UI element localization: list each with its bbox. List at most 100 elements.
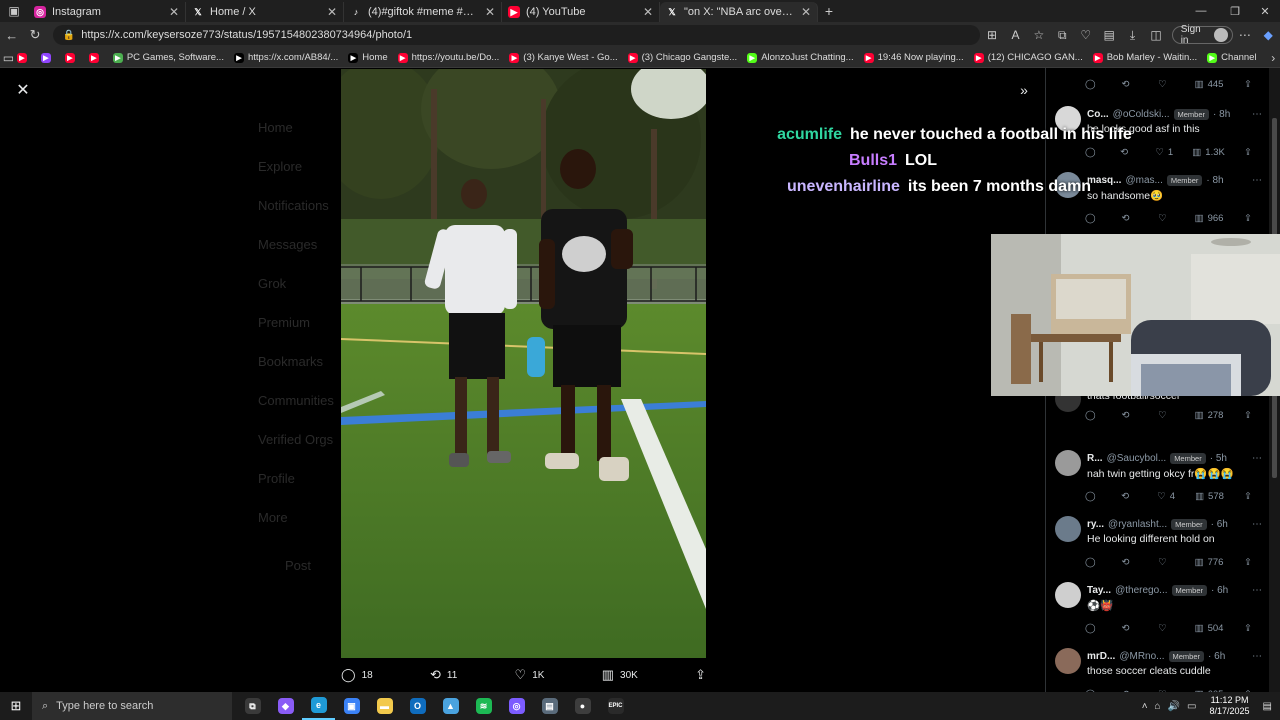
taskbar-spotify[interactable]: ≋ [467, 692, 500, 720]
url-field[interactable]: 🔒 https://x.com/keysersoze773/status/195… [52, 25, 981, 45]
handle[interactable]: @MRno... [1119, 651, 1164, 662]
timestamp[interactable]: · 6h [1211, 585, 1228, 596]
bookmark-item[interactable]: ▶ [16, 52, 31, 63]
avatar[interactable] [1055, 450, 1081, 476]
taskbar-edge[interactable]: e [302, 692, 335, 720]
share-icon[interactable]: ⇪ [1244, 213, 1260, 224]
like-button[interactable]: ♡ 1K [515, 667, 545, 683]
heart-icon[interactable]: ♡ [1158, 623, 1174, 634]
repost-icon[interactable]: ⟲ [1122, 557, 1138, 568]
timestamp[interactable]: · 6h [1211, 519, 1228, 530]
more-icon[interactable]: ⋯ [1252, 651, 1262, 662]
notifications-icon[interactable]: ▤ [1263, 701, 1272, 712]
close-tab-icon[interactable]: ✕ [485, 5, 495, 19]
network-icon[interactable]: ⌂ [1155, 701, 1161, 712]
split-screen-icon[interactable]: ◫ [1144, 23, 1167, 47]
taskbar-store[interactable]: ▣ [335, 692, 368, 720]
bookmark-item[interactable]: ▶ (3) Chicago Gangste... [627, 52, 737, 63]
repost-icon[interactable]: ⟲ [1122, 213, 1138, 224]
handle[interactable]: @therego... [1115, 585, 1167, 596]
repost-icon[interactable]: ⟲ [1121, 491, 1137, 502]
close-window-button[interactable]: ✕ [1248, 0, 1280, 22]
share-icon[interactable]: ⇪ [1244, 79, 1260, 90]
tab-instagram[interactable]: ◎ Instagram ✕ [28, 2, 186, 22]
views-chart-icon[interactable]: ▥ 578 [1195, 491, 1224, 502]
heart-icon[interactable]: ♡ [1158, 213, 1174, 224]
more-icon[interactable]: ⋯ [1252, 453, 1262, 464]
taskbar-outlook[interactable]: O [401, 692, 434, 720]
display-name[interactable]: R... [1087, 453, 1103, 464]
bookmark-item[interactable]: ▶ https://youtu.be/Do... [397, 52, 499, 63]
handle[interactable]: @mas... [1125, 175, 1162, 186]
volume-icon[interactable]: 🔊 [1168, 701, 1180, 712]
minimize-button[interactable]: — [1184, 0, 1218, 22]
bookmark-item[interactable]: ▶ https://x.com/AB84/... [233, 52, 338, 63]
battery-icon[interactable]: ▭ [1187, 701, 1196, 712]
views-chart-icon[interactable]: ▥ 504 [1195, 623, 1224, 634]
reply-icon[interactable]: ◯ [1085, 557, 1101, 568]
bookmark-item[interactable]: ▶ AlonzoJust Chatting... [747, 52, 854, 63]
taskbar-search[interactable]: ⌕ Type here to search [32, 692, 232, 720]
views-chart-icon[interactable]: ▥ 445 [1195, 79, 1224, 90]
new-tab-button[interactable]: + [818, 0, 840, 22]
share-button[interactable]: ⇪ [695, 667, 706, 683]
reply-icon[interactable]: ◯ [1085, 79, 1101, 90]
more-icon[interactable]: ⋯ [1252, 175, 1262, 186]
bookmark-item[interactable]: ▶ [40, 52, 55, 63]
views-chart-icon[interactable]: ▥ 1.3K [1192, 147, 1225, 158]
taskbar-file-explorer[interactable]: ▬ [368, 692, 401, 720]
timestamp[interactable]: · 5h [1210, 453, 1227, 464]
refresh-button[interactable]: ↻ [23, 23, 46, 47]
more-icon[interactable]: ⋯ [1252, 519, 1262, 530]
bookmark-item[interactable]: ▶ (12) CHICAGO GAN... [973, 52, 1083, 63]
taskbar-task-view[interactable]: ⧉ [236, 692, 269, 720]
start-button[interactable]: ⊞ [0, 692, 32, 720]
reply-icon[interactable]: ◯ [1085, 491, 1101, 502]
bookmark-item[interactable]: ▶ Bob Marley - Waitin... [1092, 52, 1197, 63]
extensions-icon[interactable]: ⧉ [1051, 23, 1074, 47]
taskbar-photos[interactable]: ▲ [434, 692, 467, 720]
taskbar-copilot[interactable]: ◆ [269, 692, 302, 720]
views-button[interactable]: ▥ 30K [602, 667, 638, 683]
avatar[interactable] [1055, 648, 1081, 674]
close-tab-icon[interactable]: ✕ [801, 5, 811, 19]
reply-icon[interactable]: ◯ [1085, 623, 1101, 634]
repost-icon[interactable]: ⟲ [1122, 79, 1138, 90]
heart-icon[interactable]: ♡ 1 [1155, 147, 1173, 158]
read-aloud-icon[interactable]: A [1004, 23, 1027, 47]
heart-icon[interactable]: ♡ [1158, 79, 1174, 90]
clock[interactable]: 11:12 PM 8/17/2025 [1210, 695, 1250, 717]
close-tab-icon[interactable]: ✕ [643, 5, 653, 19]
display-name[interactable]: mrD... [1087, 651, 1115, 662]
avatar[interactable] [1055, 582, 1081, 608]
chevron-right-icon[interactable]: › [1267, 46, 1280, 70]
handle[interactable]: @ryanlasht... [1108, 519, 1167, 530]
copilot-icon[interactable]: ◆ [1257, 23, 1280, 47]
reply-icon[interactable]: ◯ [1085, 410, 1101, 421]
views-chart-icon[interactable]: ▥ 278 [1195, 410, 1224, 421]
close-tab-icon[interactable]: ✕ [169, 5, 179, 19]
tab-tiktok[interactable]: ♪ (4)#giftok #meme #viral #funny # ✕ [344, 2, 502, 22]
display-name[interactable]: Tay... [1087, 585, 1111, 596]
bookmark-folder-icon[interactable]: ▭ [0, 46, 17, 70]
share-icon[interactable]: ⇪ [1244, 491, 1260, 502]
heart-icon[interactable]: ♡ [1158, 557, 1174, 568]
favorite-star-icon[interactable]: ☆ [1027, 23, 1050, 47]
handle[interactable]: @Saucybol... [1107, 453, 1167, 464]
views-chart-icon[interactable]: ▥ 776 [1195, 557, 1224, 568]
bookmark-item[interactable]: ▶ [88, 52, 103, 63]
download-icon[interactable]: ⤓ [1121, 23, 1144, 47]
taskbar-discord-app[interactable]: ◎ [500, 692, 533, 720]
post-photo[interactable] [341, 69, 706, 658]
repost-icon[interactable]: ⟲ [1120, 147, 1136, 158]
share-icon[interactable]: ⇪ [1244, 147, 1260, 158]
sign-in-button[interactable]: Sign in [1171, 24, 1234, 46]
repost-icon[interactable]: ⟲ [1122, 410, 1138, 421]
views-chart-icon[interactable]: ▥ 966 [1195, 213, 1224, 224]
timestamp[interactable]: · 6h [1208, 651, 1225, 662]
reply-button[interactable]: ◯ 18 [341, 667, 373, 683]
tab-home-x[interactable]: 𝕏 Home / X ✕ [186, 2, 344, 22]
maximize-button[interactable]: ❐ [1218, 0, 1252, 22]
taskbar-obs[interactable]: ● [566, 692, 599, 720]
display-name[interactable]: Co... [1087, 109, 1109, 120]
